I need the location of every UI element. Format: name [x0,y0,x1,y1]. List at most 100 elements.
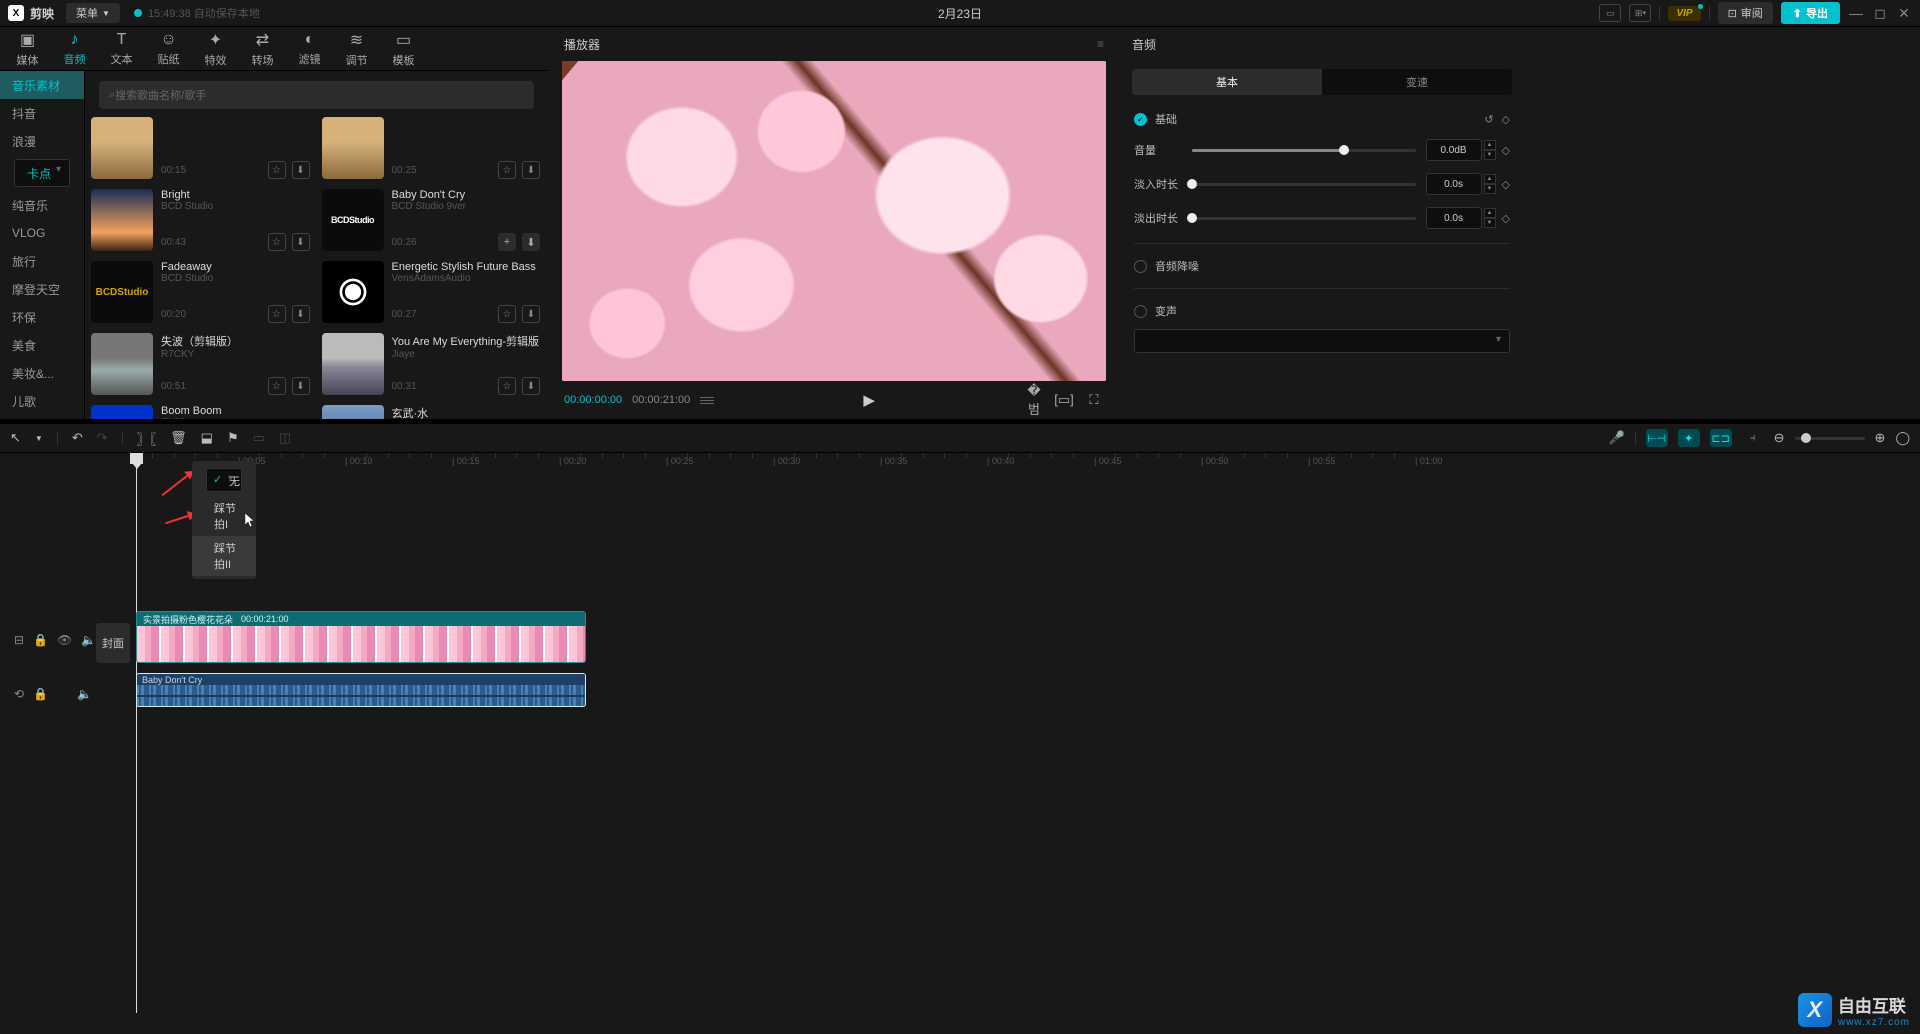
review-button[interactable]: ⊡审阅 [1718,2,1773,24]
maximize-button[interactable]: ◻ [1872,5,1888,22]
category-音乐素材[interactable]: 音乐素材 [0,71,84,99]
track-cover[interactable]: BOOM [91,405,153,419]
fav-button[interactable]: ☆ [498,305,516,323]
track-cover[interactable] [91,117,153,179]
category-浪漫[interactable]: 浪漫 [0,127,84,155]
category-抖音[interactable]: 抖音 [0,99,84,127]
audio-lock-icon[interactable]: 🔒 [33,687,48,701]
video-clip[interactable]: 实景拍摄粉色樱花花朵00:00:21:00 [136,611,586,663]
magnet-3[interactable]: ⊏⊐ [1710,429,1732,447]
play-button[interactable]: ▶ [863,391,875,409]
select-mode[interactable]: ▼ [35,434,43,443]
close-button[interactable]: ✕ [1896,5,1912,22]
voice-checkbox[interactable] [1134,305,1147,318]
track-eye-icon[interactable]: 👁 [57,633,72,647]
step-up[interactable]: ▲ [1484,140,1496,150]
download-button[interactable]: ⬇ [522,377,540,395]
minimize-button[interactable]: — [1848,5,1864,21]
param-value[interactable]: 0.0s [1426,173,1482,195]
list-icon[interactable] [700,397,714,404]
category-卡点[interactable]: 卡点 [14,159,70,187]
download-button[interactable]: ⬇ [292,161,310,179]
fullscreen-icon[interactable]: ⛶ [1084,392,1104,408]
fav-button[interactable]: ☆ [498,377,516,395]
subtab-speed[interactable]: 变速 [1322,69,1512,95]
voice-select[interactable] [1134,329,1510,353]
scan-icon[interactable]: �범 [1024,383,1044,418]
track-lock-icon[interactable]: 🔒 [33,633,48,647]
track-item[interactable]: Energetic Stylish Future BassVensAdamsAu… [322,261,541,323]
step-down[interactable]: ▼ [1484,184,1496,194]
tab-调节[interactable]: ≋调节 [333,30,380,68]
mic-icon[interactable]: 🎤 [1608,430,1624,446]
track-cover[interactable] [322,405,384,419]
download-button[interactable]: ⬇ [522,233,540,251]
dropdown-item[interactable]: 无 [206,468,242,492]
param-keyframe-icon[interactable]: ◇ [1502,212,1510,225]
tab-滤镜[interactable]: ◐滤镜 [286,31,333,67]
dropdown-item[interactable]: 踩节拍II [192,536,256,576]
noise-checkbox[interactable] [1134,260,1147,273]
track-item[interactable]: 00:15☆⬇ [91,117,310,179]
tab-转场[interactable]: ⇄转场 [239,30,286,68]
category-儿歌[interactable]: 儿歌 [0,387,84,415]
param-value[interactable]: 0.0dB [1426,139,1482,161]
zoom-out[interactable]: ⊖ [1774,430,1785,446]
tab-模板[interactable]: ▭模板 [380,30,427,68]
track-item[interactable]: 00:25☆⬇ [322,117,541,179]
audio-toggle-icon[interactable]: ⟲ [14,687,24,701]
category-纯音乐[interactable]: 纯音乐 [0,191,84,219]
track-item[interactable]: BCDStudioBaby Don't CryBCD Studio 9ver00… [322,189,541,251]
tab-文本[interactable]: T文本 [98,31,145,67]
track-item[interactable]: BOOMBoom BoomCHYL☆⬇ [91,405,310,419]
reset-icon[interactable]: ↺ [1484,113,1493,126]
export-button[interactable]: ⬆导出 [1781,2,1840,24]
track-item[interactable]: BrightBCD Studio00:43☆⬇ [91,189,310,251]
zoom-slider[interactable] [1795,437,1865,440]
layout-button-2[interactable]: ⊞▾ [1629,4,1651,22]
audio-clip[interactable]: Baby Don't Cry [136,673,586,707]
keyframe-icon[interactable]: ◇ [1502,113,1510,126]
vip-badge[interactable]: VIP [1668,6,1700,21]
track-mute-icon[interactable]: 🔈 [81,633,96,647]
search-input[interactable]: ⌕ 搜索歌曲名称/歌手 [99,81,534,109]
download-button[interactable]: ⬇ [522,161,540,179]
playhead[interactable] [136,453,137,1013]
add-button[interactable]: + [498,233,516,251]
align-icon[interactable]: ⫞ [1742,429,1764,447]
redo-button[interactable]: ↷ [97,430,108,446]
track-item[interactable]: BCDStudioFadeawayBCD Studio00:20☆⬇ [91,261,310,323]
step-down[interactable]: ▼ [1484,218,1496,228]
download-button[interactable]: ⬇ [522,305,540,323]
fav-button[interactable]: ☆ [268,233,286,251]
download-button[interactable]: ⬇ [292,377,310,395]
tab-贴纸[interactable]: ☺贴纸 [145,31,192,67]
undo-button[interactable]: ↶ [72,430,83,446]
track-collapse-icon[interactable]: ⊟ [14,633,24,647]
select-tool[interactable]: ↖ [10,430,21,446]
download-button[interactable]: ⬇ [292,305,310,323]
category-环保[interactable]: 环保 [0,303,84,331]
fit-icon[interactable]: ◯ [1895,430,1910,446]
ratio-icon[interactable]: [▭] [1054,392,1074,408]
step-up[interactable]: ▲ [1484,174,1496,184]
player-menu-icon[interactable]: ≡ [1097,37,1104,51]
track-cover[interactable] [322,117,384,179]
audio-mute-icon[interactable]: 🔈 [77,687,92,701]
param-slider[interactable] [1192,183,1416,186]
delete-tool[interactable]: 🗑 [170,430,187,446]
fav-button[interactable]: ☆ [268,161,286,179]
param-slider[interactable] [1192,217,1416,220]
player-viewport[interactable] [562,61,1106,381]
tab-媒体[interactable]: ▣媒体 [4,30,51,68]
param-slider[interactable] [1192,149,1416,152]
split-tool[interactable]: 〗〖 [137,429,157,448]
tab-音频[interactable]: ♪音频 [51,31,98,67]
category-美食[interactable]: 美食 [0,331,84,359]
zoom-in[interactable]: ⊕ [1875,430,1886,446]
fav-button[interactable]: ☆ [498,161,516,179]
track-cover[interactable] [91,189,153,251]
cover-tile[interactable]: 封面 [96,623,130,663]
category-美妆&...[interactable]: 美妆&... [0,359,84,387]
category-旅行[interactable]: 旅行 [0,247,84,275]
